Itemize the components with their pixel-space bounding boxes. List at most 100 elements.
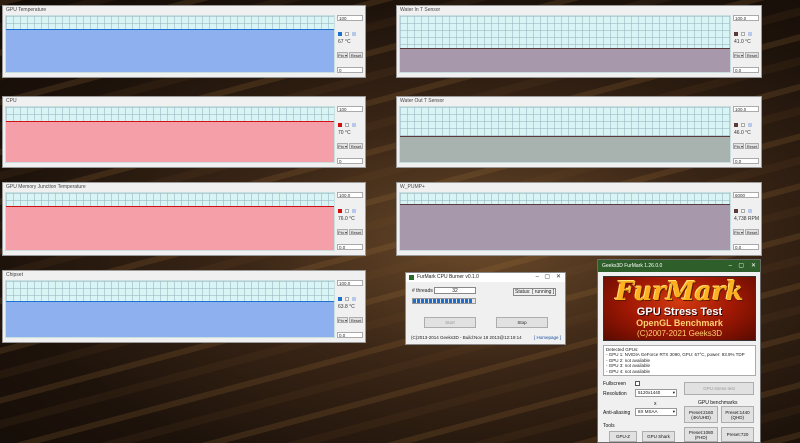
antialiasing-label: Anti-aliasing [603,410,631,416]
pin-button[interactable]: Pin ▾ [337,143,348,149]
max-value-field[interactable]: 100 [337,15,363,21]
graph-fill [400,48,730,72]
min-value-field[interactable]: 0.0 [337,332,363,338]
sensor-title: GPU Memory Junction Temperature [6,184,86,190]
min-value-field[interactable]: 0.0 [337,244,363,250]
preset-720-button[interactable]: Preset:720 [721,427,754,442]
minimize-icon[interactable]: – [536,273,539,282]
chevron-down-icon: ▾ [672,390,675,395]
preset-1440-button[interactable]: Preset:1440 (QHD) [721,406,754,423]
series-color-swatch-3[interactable] [748,32,752,36]
preset-line2: (QHD) [731,414,744,420]
reset-button[interactable]: Reset [349,229,363,235]
series-color-swatch-3[interactable] [352,209,356,213]
resolution-value: 5120x1440 [638,390,661,395]
resolution-select[interactable]: 5120x1440 ▾ [635,389,677,397]
min-value-field[interactable]: 0 [337,158,363,164]
progress-fill [413,299,472,303]
current-value: 70 °C [338,130,351,136]
series-color-swatch[interactable] [338,297,342,301]
sensor-graph [5,15,335,73]
cpu-burner-titlebar[interactable]: FurMark CPU Burner v0.1.0 – ▢ ✕ [406,273,565,282]
series-color-swatch-3[interactable] [352,32,356,36]
pin-button[interactable]: Pin ▾ [733,52,744,58]
homepage-link[interactable]: [ Homepage ] [534,335,561,340]
furmark-window: Geeks3D FurMark 1.26.0.0 – ▢ ✕ FurMark G… [597,259,761,443]
gpu-z-button[interactable]: GPU-Z [609,431,637,442]
series-color-swatch-2[interactable] [741,32,745,36]
reset-button[interactable]: Reset [745,143,759,149]
min-value-field[interactable]: 0 [337,67,363,73]
sensor-title: CPU [6,98,17,104]
threads-input[interactable]: 32 [434,287,476,294]
sensor-window-gpu-memory-junction: GPU Memory Junction Temperature 100.0 76.… [2,182,366,256]
min-value-field[interactable]: 0.0 [733,67,759,73]
maximize-icon[interactable]: ▢ [544,273,550,282]
furmark-titlebar[interactable]: Geeks3D FurMark 1.26.0.0 – ▢ ✕ [598,260,760,272]
preset-2160-button[interactable]: Preset:2160 (4K/UHD) [684,406,718,423]
sensor-side-panel: 100.0 76.0 °C Pin ▾ Reset 0.0 [337,192,363,251]
series-color-swatch-3[interactable] [748,209,752,213]
build-footer: (C)2013-2014 Geeks3D - Build:Nov 18 2013… [411,335,522,340]
gpu-shark-button[interactable]: GPU Shark [642,431,675,442]
series-color-swatch-2[interactable] [345,32,349,36]
pin-button[interactable]: Pin ▾ [733,143,744,149]
max-value-field[interactable]: 100.0 [337,280,363,286]
series-color-swatch-2[interactable] [345,209,349,213]
min-value-field[interactable]: 0.0 [733,158,759,164]
stop-button[interactable]: Stop [496,317,548,328]
reset-button[interactable]: Reset [745,52,759,58]
pin-button[interactable]: Pin ▾ [337,52,348,58]
reset-button[interactable]: Reset [745,229,759,235]
current-value: 4,738 RPM [734,216,760,222]
gpu-stress-test-button[interactable]: GPU stress test [684,382,754,395]
antialiasing-value: 8X MSAA [638,409,658,414]
series-color-swatch[interactable] [338,123,342,127]
sensor-graph [399,192,731,251]
furmark-banner: FurMark GPU Stress Test OpenGL Benchmark… [603,276,756,341]
current-value: 67 °C [338,39,351,45]
maximize-icon[interactable]: ▢ [738,260,744,272]
reset-button[interactable]: Reset [349,143,363,149]
minimize-icon[interactable]: – [729,260,732,272]
min-value-field[interactable]: 0.0 [733,244,759,250]
reset-button[interactable]: Reset [349,317,363,323]
sensor-title: Chipset [6,272,23,278]
graph-fill [6,301,334,337]
series-color-swatch[interactable] [338,32,342,36]
max-value-field[interactable]: 100.0 [733,15,759,21]
pin-button[interactable]: Pin ▾ [733,229,744,235]
preset-line2: (4K/UHD) [691,414,711,420]
antialiasing-select[interactable]: 8X MSAA ▾ [635,408,677,416]
fullscreen-checkbox[interactable] [635,381,640,386]
sensor-window-w-pump: W_PUMP+ 6000 4,738 RPM Pin ▾ Reset 0.0 [396,182,762,256]
pin-button[interactable]: Pin ▾ [337,317,348,323]
series-color-swatch[interactable] [338,209,342,213]
series-color-swatch-2[interactable] [345,123,349,127]
sensor-window-chipset: Chipset 100.0 63.8 °C Pin ▾ Reset 0.0 [2,270,366,343]
threads-label: # threads [412,288,433,294]
series-color-swatch-2[interactable] [741,209,745,213]
series-color-swatch[interactable] [734,32,738,36]
close-icon[interactable]: ✕ [751,260,756,272]
series-color-swatch-3[interactable] [352,297,356,301]
max-value-field[interactable]: 100 [337,106,363,112]
max-value-field[interactable]: 100.0 [733,106,759,112]
series-color-swatch-2[interactable] [741,123,745,127]
furmark-logo: FurMark [615,277,744,307]
series-color-swatch-2[interactable] [345,297,349,301]
start-button[interactable]: Start [424,317,476,328]
series-color-swatch[interactable] [734,209,738,213]
sensor-title: W_PUMP+ [400,184,425,190]
preset-1080-button[interactable]: Preset:1080 (FHD) [684,427,718,442]
close-icon[interactable]: ✕ [556,273,561,282]
reset-button[interactable]: Reset [349,52,363,58]
series-color-swatch-3[interactable] [352,123,356,127]
series-color-swatch[interactable] [734,123,738,127]
series-color-swatch-3[interactable] [748,123,752,127]
max-value-field[interactable]: 100.0 [337,192,363,198]
sensor-graph [5,192,335,251]
max-value-field[interactable]: 6000 [733,192,759,198]
pin-button[interactable]: Pin ▾ [337,229,348,235]
graph-fill [400,135,730,162]
